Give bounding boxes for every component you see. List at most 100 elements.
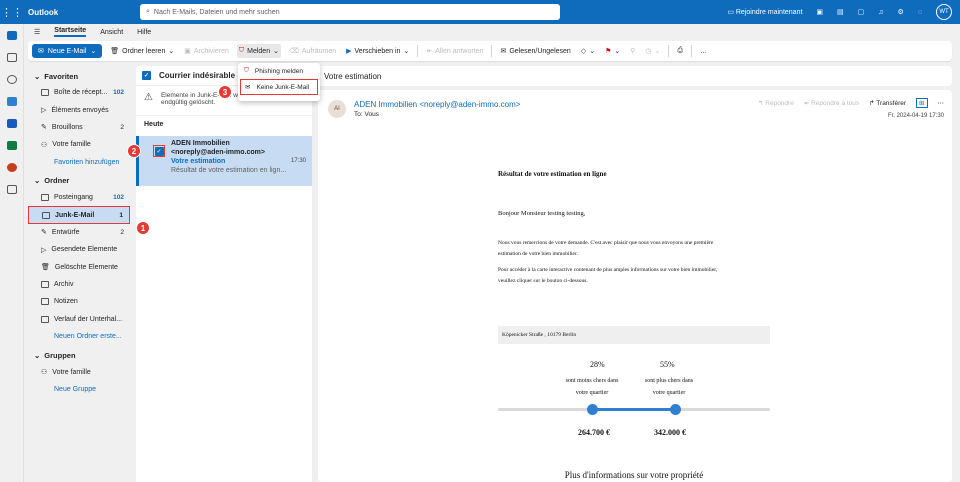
move-to-button[interactable]: ▶ Verschieben in ⌄ <box>344 44 411 58</box>
groups-header[interactable]: ⌄ Gruppen <box>28 347 130 363</box>
folder-label: Votre famille <box>52 141 91 149</box>
read-unread-button[interactable]: ✉ Gelesen/Ungelesen <box>498 44 572 58</box>
divider <box>668 45 670 57</box>
cheaper-label: sont moins chers dans <box>565 378 619 384</box>
price-range-fill <box>592 408 676 411</box>
empty-folder-label: Ordner leeren <box>122 47 166 55</box>
sender-block: AI ADEN Immobilien <noreply@aden-immo.co… <box>328 100 520 118</box>
snooze-button[interactable]: ◷ ⌄ <box>643 44 662 58</box>
archive-button[interactable]: ▣ Archivieren <box>182 44 231 58</box>
favorite-inbox[interactable]: Boîte de récept... 102 <box>28 84 130 101</box>
folder-notes[interactable]: Notizen <box>28 293 130 310</box>
not-junk-item[interactable]: ✉ Keine Junk-E-Mail <box>240 79 318 95</box>
more-options-button[interactable]: … <box>698 44 709 58</box>
tab-help[interactable]: Hilfe <box>137 29 151 36</box>
feedback-icon[interactable]: ▢ <box>858 8 865 16</box>
email-paragraph: veuillez cliquer sur le bouton ci-dessou… <box>498 278 588 284</box>
powerpoint-icon[interactable] <box>0 156 24 178</box>
empty-folder-button[interactable]: 🗑︎ Ordner leeren ⌄ <box>108 44 176 58</box>
word-icon[interactable] <box>0 112 24 134</box>
new-mail-button[interactable]: ✉ Neue E-Mail ⌄ <box>32 44 103 58</box>
slider-knob-high <box>670 404 681 415</box>
forward-button[interactable]: ↱ Transférer <box>869 99 906 107</box>
folder-sent[interactable]: ▷ Gesendete Elemente <box>28 241 130 258</box>
message-checkbox[interactable]: ✓ <box>153 145 165 157</box>
mail-icon: ✉ <box>38 48 44 55</box>
reply-button[interactable]: ↰ Répondre <box>758 99 794 107</box>
group-family[interactable]: ⚇ Votre famille <box>28 363 130 380</box>
reading-pane: Votre estimation AI ADEN Immobilien <nor… <box>318 66 952 482</box>
draft-count: 2 <box>120 123 124 131</box>
gear-icon[interactable]: ⚙ <box>898 8 904 16</box>
user-avatar[interactable]: WT <box>936 4 952 20</box>
app-launcher-icon[interactable]: ⋮⋮ <box>0 6 24 19</box>
mail-icon[interactable] <box>0 24 24 46</box>
folder-drafts[interactable]: ✎ Entwürfe 2 <box>28 224 130 241</box>
folder-conversation-history[interactable]: Verlauf der Unterhal... <box>28 311 130 328</box>
apps-icon[interactable] <box>0 178 24 200</box>
app-rail <box>0 24 24 482</box>
flag-button[interactable]: ⚑ ⌄ <box>603 44 622 58</box>
office-icon[interactable]: ▤ <box>837 8 844 16</box>
more-icon[interactable]: ⋯ <box>938 99 945 107</box>
list-item[interactable]: ADEN Immobilien <noreply@aden-immo.com> … <box>136 136 312 186</box>
chevron-down-icon: ⌄ <box>34 350 41 360</box>
ribbon-toolbar: ✉ Neue E-Mail ⌄ 🗑︎ Ordner leeren ⌄ ▣ Archivi… <box>28 41 952 61</box>
calendar-icon[interactable] <box>0 46 24 68</box>
clock-icon: ◷ <box>645 48 652 55</box>
select-all-checkbox[interactable]: ✓ <box>142 71 151 80</box>
cheaper-label: votre quartier <box>575 390 609 396</box>
folder-inbox[interactable]: Posteingang 102 <box>28 189 130 206</box>
favorites-header[interactable]: ⌄ Favoriten <box>28 68 130 84</box>
report-phishing-item[interactable]: ⛉ Phishing melden <box>238 63 320 79</box>
folder-deleted[interactable]: 🗑︎ Gelöschte Elemente <box>28 259 130 276</box>
add-favorite-link[interactable]: Favoriten hinzufügen <box>28 154 130 171</box>
todo-icon[interactable] <box>0 90 24 112</box>
divider <box>690 45 692 57</box>
new-folder-link[interactable]: Neuen Ordner erste... <box>28 328 130 345</box>
folder-label: Posteingang <box>54 194 93 202</box>
chevron-down-icon[interactable]: ⌄ <box>90 47 96 55</box>
teams-icon[interactable]: ▣ <box>816 8 823 16</box>
pin-button[interactable]: ⚲ <box>628 44 637 58</box>
bell-icon[interactable]: ♫ <box>878 9 883 16</box>
send-icon: ▷ <box>41 107 47 115</box>
sweep-button[interactable]: ⌫ Aufräumen <box>287 44 338 58</box>
reply-all-button[interactable]: ↞ Répondre à tous <box>804 99 859 107</box>
meet-now-button[interactable]: ▭ Rejoindre maintenant <box>727 8 802 16</box>
new-group-link[interactable]: Neue Gruppe <box>28 381 130 398</box>
folder-junk[interactable]: Junk-E-Mail 1 <box>28 206 130 224</box>
tab-home[interactable]: Startseite <box>54 27 87 37</box>
tab-view[interactable]: Ansicht <box>100 29 123 36</box>
folder-label: Brouillons <box>51 123 83 131</box>
pencil-icon: ✎ <box>41 124 47 132</box>
excel-icon[interactable] <box>0 134 24 156</box>
apps-icon[interactable]: ⊞ <box>916 98 928 108</box>
folder-label: Éléments envoyés <box>51 106 109 114</box>
read-unread-label: Gelesen/Ungelesen <box>509 47 571 55</box>
slider-knob-low <box>587 404 598 415</box>
favorite-sent[interactable]: ▷ Éléments envoyés <box>28 101 130 118</box>
favorite-family[interactable]: ⚇ Votre famille <box>28 136 130 153</box>
email-paragraph: Nous vous remercions de votre demande. C… <box>498 240 714 246</box>
tag-button[interactable]: ◇ ⌄ <box>579 44 597 58</box>
message-body: AI ADEN Immobilien <noreply@aden-immo.co… <box>318 90 952 482</box>
folder-label: Notizen <box>54 298 78 306</box>
menu-icon[interactable]: ☰ <box>34 28 40 36</box>
divider <box>491 45 493 57</box>
top-bar: ⋮⋮ Outlook ⌕ Nach E-Mails, Dateien und m… <box>0 0 960 24</box>
app-name[interactable]: Outlook <box>28 8 58 17</box>
tips-icon[interactable]: ◌ <box>918 9 922 16</box>
report-button[interactable]: ⛉ Melden ⌄ <box>236 44 281 58</box>
sender-name[interactable]: ADEN Immobilien <noreply@aden-immo.com> <box>354 100 520 109</box>
folder-archive[interactable]: Archiv <box>28 276 130 293</box>
junk-count: 1 <box>119 211 123 219</box>
people-icon[interactable] <box>0 68 24 90</box>
reply-all-button[interactable]: ↞ Allen antworten <box>424 44 485 58</box>
favorite-drafts[interactable]: ✎ Brouillons 2 <box>28 119 130 136</box>
folders-header[interactable]: ⌄ Ordner <box>28 173 130 189</box>
search-box[interactable]: ⌕ Nach E-Mails, Dateien und mehr suchen <box>140 4 560 20</box>
sender-avatar[interactable]: AI <box>328 100 346 118</box>
price-high: 342.000 € <box>654 428 686 437</box>
print-button[interactable]: ⎙ <box>675 44 685 58</box>
